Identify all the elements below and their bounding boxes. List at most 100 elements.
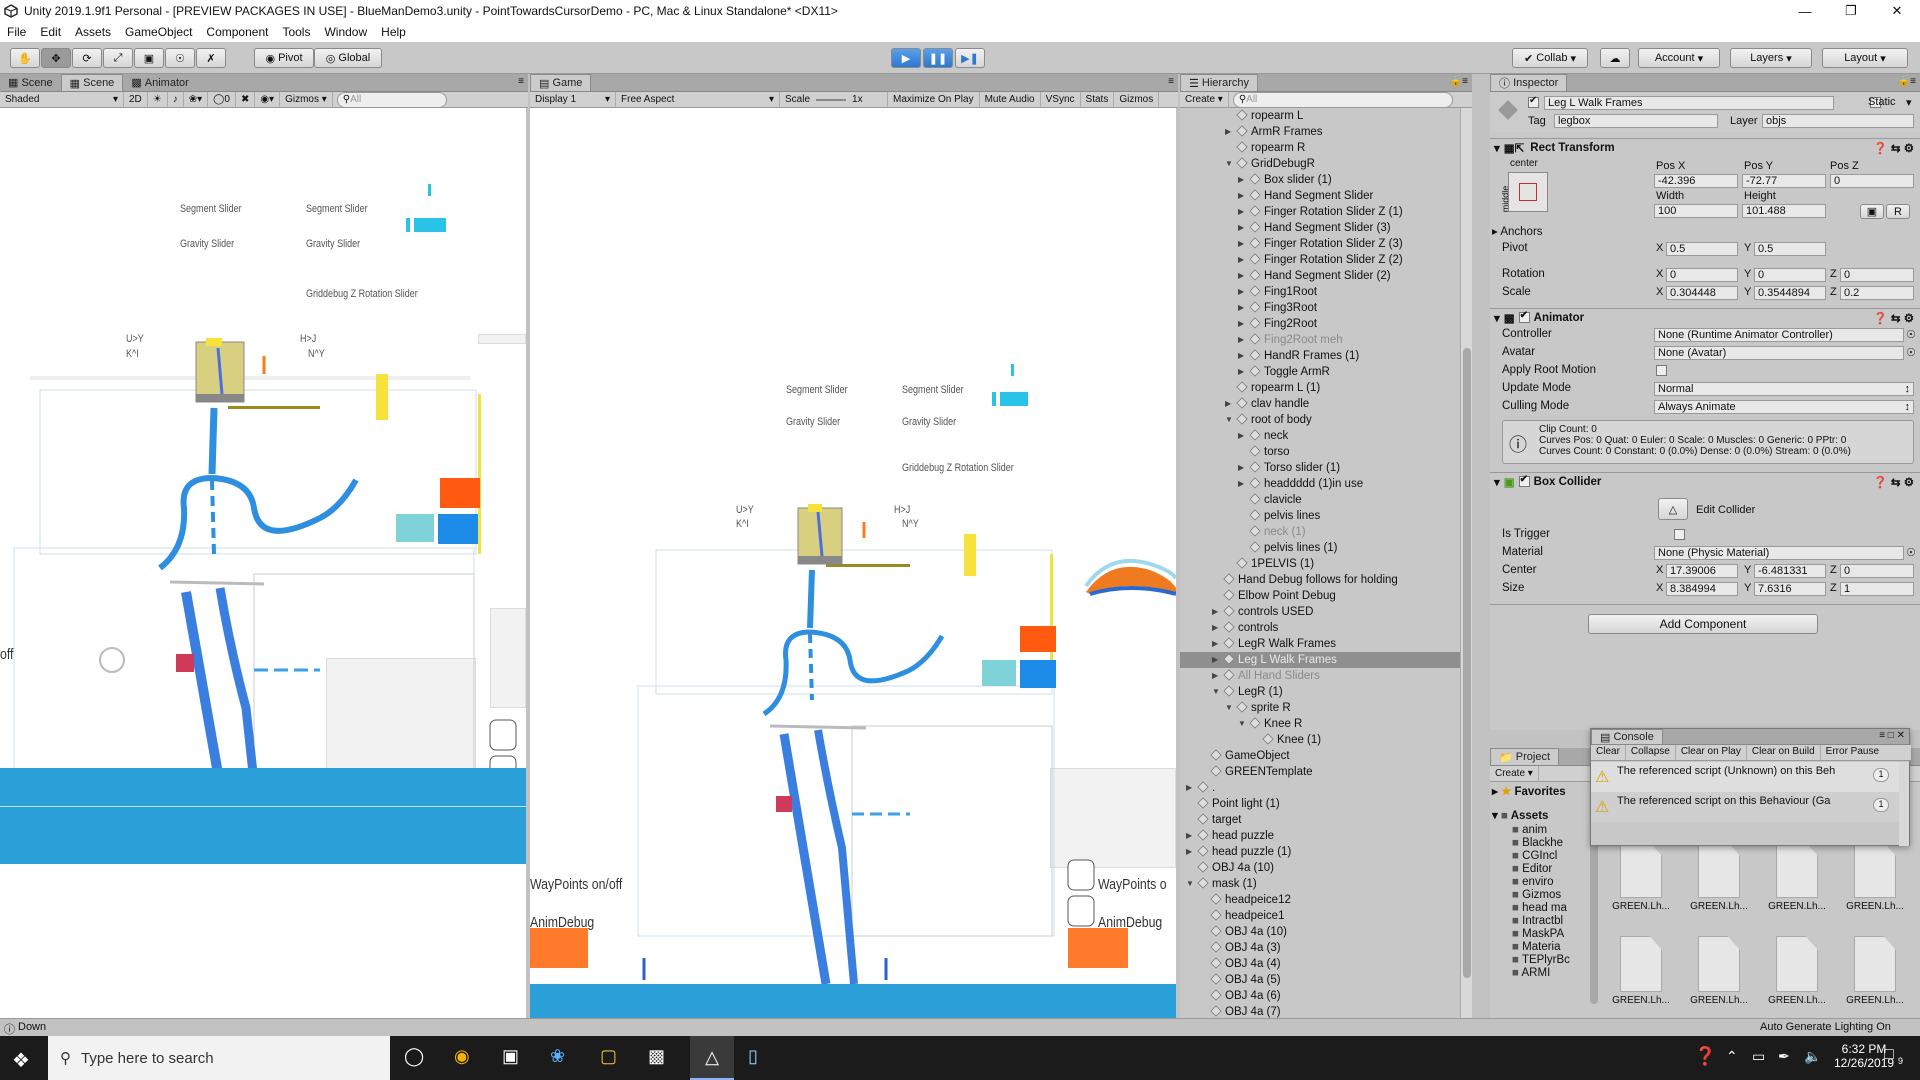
animator-enabled-checkbox[interactable] [1518, 310, 1530, 323]
hierarchy-item[interactable]: headpeice12 [1180, 892, 1472, 908]
hierarchy-item[interactable]: OBJ 4a (10) [1180, 924, 1472, 940]
tab-console[interactable]: ▤ Console [1591, 729, 1663, 744]
custom-tool-icon[interactable]: ✗ [196, 48, 226, 68]
hierarchy-item[interactable]: GREENTemplate [1180, 764, 1472, 780]
hierarchy-create-button[interactable]: Create ▾ [1180, 91, 1229, 108]
gamepad-icon[interactable]: ▣ [502, 1046, 519, 1067]
audio-icon[interactable]: ♪ [168, 91, 184, 108]
posz-field[interactable]: 0 [1830, 174, 1914, 188]
rect-tool-icon[interactable]: ▣ [134, 48, 164, 68]
battery-icon[interactable]: ▭ [1752, 1048, 1765, 1065]
box-collider-header[interactable]: ▾ ▣ Box Collider ❓ ⇆ ⚙ [1490, 472, 1920, 490]
hierarchy-item[interactable]: ▶ Box slider (1) [1180, 172, 1472, 188]
hierarchy-item[interactable]: pelvis lines (1) [1180, 540, 1472, 556]
hierarchy-item[interactable]: ▶ HandR Frames (1) [1180, 348, 1472, 364]
console-row[interactable]: ⚠ The referenced script on this Behaviou… [1591, 792, 1899, 822]
hierarchy-item[interactable]: ▶ Leg L Walk Frames [1180, 652, 1472, 668]
tools-icon[interactable]: ✖ [236, 91, 256, 108]
file-explorer-icon[interactable]: ▢ [600, 1046, 617, 1067]
hierarchy-item[interactable]: ▶ head puzzle [1180, 828, 1472, 844]
hierarchy-item[interactable]: pelvis lines [1180, 508, 1472, 524]
effects-icon[interactable]: ❀▾ [184, 91, 209, 108]
tab-inspector[interactable]: ⓘ Inspector [1490, 74, 1568, 91]
hierarchy-item[interactable]: clavicle [1180, 492, 1472, 508]
controller-field[interactable]: None (Runtime Animator Controller) [1654, 328, 1904, 342]
shaded-dropdown[interactable]: Shaded ▾ [0, 91, 124, 108]
hierarchy-item[interactable]: ▶ Finger Rotation Slider Z (2) [1180, 252, 1472, 268]
collapsed-arrow-icon[interactable]: ▶ [1238, 284, 1244, 300]
notifications-icon[interactable]: □ 9 [1884, 1046, 1903, 1066]
transform-tool-icon[interactable]: ☉ [165, 48, 195, 68]
animator-header[interactable]: ▾ ▩ Animator ❓ ⇆ ⚙ [1490, 308, 1920, 326]
account-button[interactable]: Account ▾ [1638, 48, 1720, 68]
collapsed-arrow-icon[interactable]: ▶ [1238, 172, 1244, 188]
hierarchy-item[interactable]: headpeice1 [1180, 908, 1472, 924]
hierarchy-item[interactable]: ▶ controls USED [1180, 604, 1472, 620]
menu-help[interactable]: Help [374, 25, 413, 39]
hierarchy-item[interactable]: ▼ Knee R [1180, 716, 1472, 732]
collapsed-arrow-icon[interactable]: ▶ [1238, 428, 1244, 444]
close-icon[interactable]: ✕ [1874, 0, 1920, 22]
console-error-pause-button[interactable]: Error Pause [1821, 745, 1884, 760]
app-icon[interactable]: ▯ [748, 1046, 758, 1067]
collapsed-arrow-icon[interactable]: ▶ [1225, 396, 1231, 412]
tab-scene-1[interactable]: ▦ Scene [0, 74, 61, 91]
rect-transform-header[interactable]: ▾ ▦⇱ Rect Transform ❓ ⇆ ⚙ [1490, 138, 1920, 156]
asset-folder[interactable]: ■ anim [1492, 824, 1588, 837]
posy-field[interactable]: -72.77 [1742, 174, 1826, 188]
expanded-arrow-icon[interactable]: ▼ [1225, 700, 1233, 716]
vsync-toggle[interactable]: VSync [1041, 91, 1081, 108]
hierarchy-item[interactable]: ▶ Fing1Root [1180, 284, 1472, 300]
hierarchy-item[interactable]: ▶ LegR Walk Frames [1180, 636, 1472, 652]
cloud-button[interactable]: ☁ [1600, 48, 1630, 68]
hierarchy-item[interactable]: ▶ Hand Segment Slider [1180, 188, 1472, 204]
add-component-button[interactable]: Add Component [1588, 614, 1818, 634]
pivot-x-field[interactable]: 0.5 [1666, 242, 1738, 256]
menu-edit[interactable]: Edit [33, 25, 68, 39]
hierarchy-item[interactable]: ▶ headdddd (1)in use [1180, 476, 1472, 492]
hierarchy-item[interactable]: OBJ 4a (6) [1180, 988, 1472, 1004]
hierarchy-item[interactable]: ▼ root of body [1180, 412, 1472, 428]
pen-icon[interactable]: ✒ [1778, 1048, 1790, 1065]
hierarchy-item[interactable]: ▶ Hand Segment Slider (2) [1180, 268, 1472, 284]
asset-file[interactable]: GREEN.Lh... [1840, 936, 1910, 1016]
asset-folder[interactable]: ■ Blackhe [1492, 837, 1588, 850]
anchors-foldout[interactable]: ▸ Anchors [1492, 224, 1543, 238]
hierarchy-item[interactable]: neck (1) [1180, 524, 1472, 540]
hidden-count[interactable]: ◯ 0 [208, 91, 236, 108]
collapsed-arrow-icon[interactable]: ▶ [1186, 780, 1192, 796]
asset-folder[interactable]: ■ enviro [1492, 876, 1588, 889]
object-picker-icon[interactable]: ☉ [1906, 346, 1916, 359]
hierarchy-item[interactable]: OBJ 4a (7) [1180, 1004, 1472, 1018]
hierarchy-item[interactable]: GameObject [1180, 748, 1472, 764]
hierarchy-item[interactable]: ▶ head puzzle (1) [1180, 844, 1472, 860]
play-button[interactable]: ▶ [891, 48, 921, 68]
maximize-icon[interactable]: ❐ [1828, 0, 1874, 22]
hierarchy-item[interactable]: ▶ Finger Rotation Slider Z (3) [1180, 236, 1472, 252]
asset-file[interactable]: GREEN.Lh... [1606, 842, 1676, 922]
hierarchy-item[interactable]: OBJ 4a (3) [1180, 940, 1472, 956]
collapsed-arrow-icon[interactable]: ▶ [1238, 316, 1244, 332]
asset-folder[interactable]: ■ head ma [1492, 902, 1588, 915]
hierarchy-item[interactable]: ▶ Fing3Root [1180, 300, 1472, 316]
step-button[interactable]: ▶❚ [955, 48, 985, 68]
assets-item[interactable]: ▾ ■ Assets [1492, 808, 1588, 824]
game-gizmos-dropdown[interactable]: Gizmos [1114, 91, 1160, 108]
favorites-item[interactable]: ▸ ★ Favorites [1492, 784, 1588, 800]
menu-file[interactable]: File [0, 25, 33, 39]
component-settings-icon[interactable]: ❓ ⇆ ⚙ [1873, 141, 1914, 155]
hierarchy-item[interactable]: ▼ LegR (1) [1180, 684, 1472, 700]
collapsed-arrow-icon[interactable]: ▶ [1238, 252, 1244, 268]
object-picker-icon[interactable]: ☉ [1906, 328, 1916, 341]
hierarchy-scrollbar[interactable] [1460, 108, 1472, 1018]
component-settings-icon[interactable]: ❓ ⇆ ⚙ [1873, 475, 1914, 489]
collapsed-arrow-icon[interactable]: ▶ [1212, 620, 1218, 636]
asset-folder[interactable]: ■ Editor [1492, 863, 1588, 876]
center-y-field[interactable]: -6.481331 [1754, 564, 1826, 578]
collapsed-arrow-icon[interactable]: ▶ [1238, 348, 1244, 364]
scale-z-field[interactable]: 0.2 [1840, 286, 1914, 300]
global-button[interactable]: ◎ Global [314, 48, 382, 68]
collapsed-arrow-icon[interactable]: ▶ [1238, 300, 1244, 316]
project-create-button[interactable]: Create ▾ [1490, 765, 1539, 782]
static-dropdown-icon[interactable]: ▾ [1906, 96, 1912, 109]
